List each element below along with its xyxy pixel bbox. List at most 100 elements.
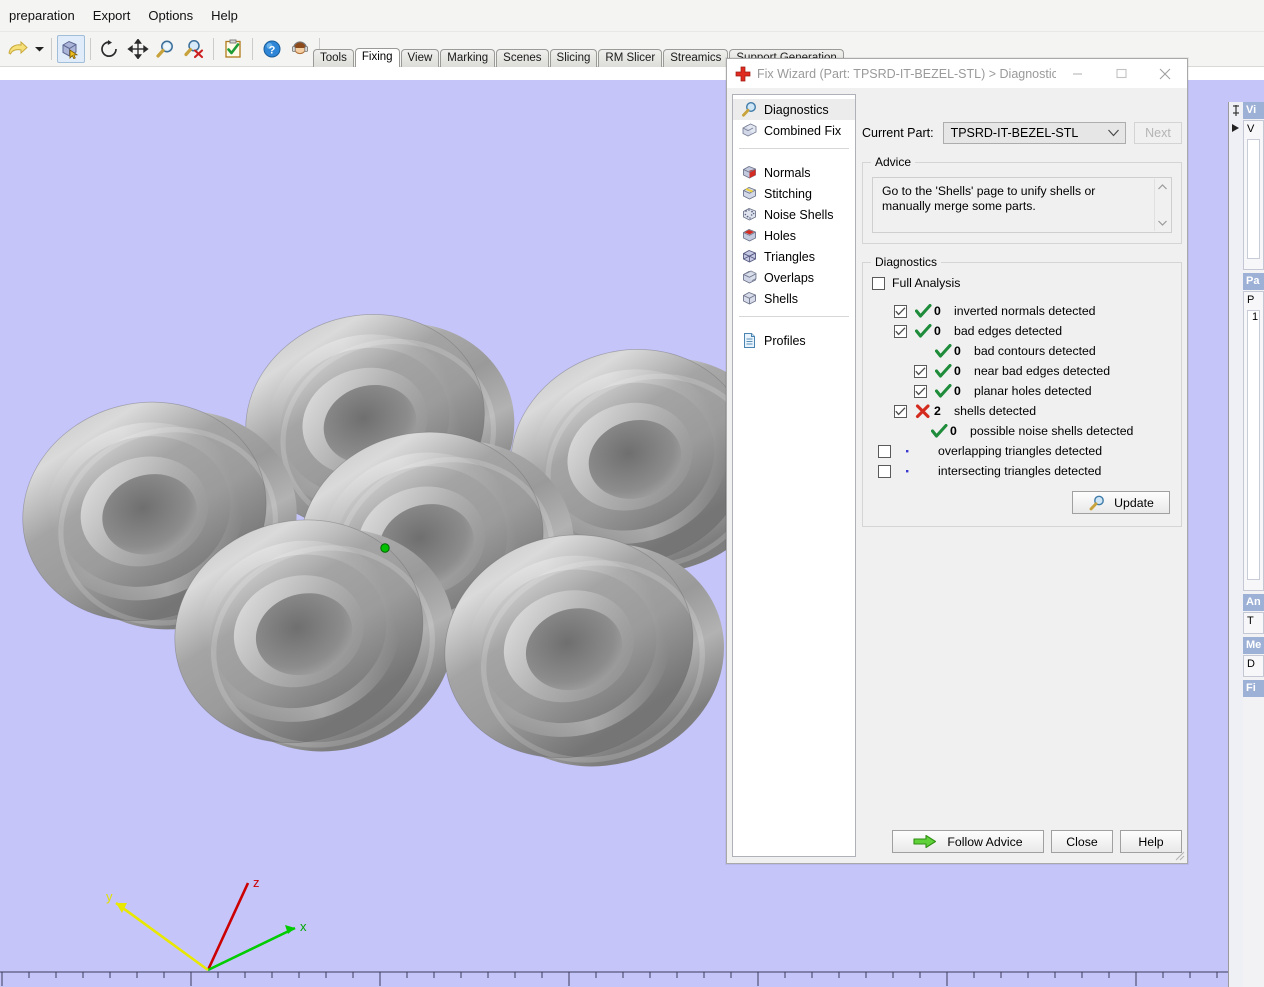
dock-panel-parts-caption[interactable]: Pa bbox=[1243, 273, 1264, 290]
dock-panel-annotations-caption[interactable]: An bbox=[1243, 594, 1264, 611]
dock-panel-fixing-caption[interactable]: Fi bbox=[1243, 680, 1264, 697]
support-icon[interactable] bbox=[286, 35, 314, 63]
sidebar-item-combined-fix-label: Combined Fix bbox=[764, 124, 841, 138]
tab-rm-slicer[interactable]: RM Slicer bbox=[598, 49, 662, 67]
help-icon[interactable]: ? bbox=[258, 35, 286, 63]
full-analysis-row[interactable]: Full Analysis bbox=[872, 273, 1172, 293]
row-shells[interactable]: 2 shells detected bbox=[872, 401, 1172, 421]
sidebar-item-combined-fix[interactable]: Combined Fix bbox=[733, 120, 855, 141]
tab-tools[interactable]: Tools bbox=[313, 49, 354, 67]
close-dialog-button[interactable]: Close bbox=[1051, 830, 1113, 853]
row-bad-edges-count: 0 bbox=[934, 324, 954, 338]
current-part-value: TPSRD-IT-BEZEL-STL bbox=[951, 126, 1079, 140]
sidebar-item-shells[interactable]: Shells bbox=[733, 288, 855, 309]
zoom-out-icon[interactable] bbox=[180, 35, 208, 63]
row-intersecting-triangles-label: intersecting triangles detected bbox=[938, 464, 1101, 478]
redo-dropdown-icon[interactable] bbox=[32, 35, 46, 63]
row-planar-holes-checkbox[interactable] bbox=[908, 385, 932, 398]
select-part-icon[interactable] bbox=[57, 35, 85, 63]
checklist-icon[interactable] bbox=[219, 35, 247, 63]
stacked-cubes-icon bbox=[741, 122, 758, 139]
dock-panel-view[interactable]: V bbox=[1243, 120, 1264, 270]
tab-scenes[interactable]: Scenes bbox=[496, 49, 548, 67]
pan-move-icon[interactable] bbox=[124, 35, 152, 63]
dock-panel-measure-caption[interactable]: Me bbox=[1243, 637, 1264, 654]
tab-marking[interactable]: Marking bbox=[440, 49, 495, 67]
row-near-bad-edges[interactable]: 0 near bad edges detected bbox=[872, 361, 1172, 381]
tab-streamics[interactable]: Streamics bbox=[663, 49, 728, 67]
advice-text-box[interactable]: Go to the 'Shells' page to unify shells … bbox=[872, 177, 1172, 233]
dock-panel-view-caption[interactable]: Vi bbox=[1243, 102, 1264, 119]
row-bad-contours-label: bad contours detected bbox=[974, 344, 1096, 358]
sidebar-item-stitching[interactable]: Stitching bbox=[733, 183, 855, 204]
row-bad-edges-checkbox[interactable] bbox=[888, 325, 912, 338]
row-overlapping-triangles-checkbox[interactable] bbox=[872, 445, 896, 458]
redo-arrow-icon[interactable] bbox=[4, 35, 32, 63]
row-inverted-normals-checkbox[interactable] bbox=[888, 305, 912, 318]
minimize-button[interactable] bbox=[1056, 59, 1100, 88]
row-inverted-normals[interactable]: 0 inverted normals detected bbox=[872, 301, 1172, 321]
dock-panel-measure-body: D bbox=[1247, 658, 1255, 670]
pin-icon[interactable] bbox=[1229, 102, 1243, 142]
row-near-bad-edges-checkbox[interactable] bbox=[908, 365, 932, 378]
row-possible-noise-shells-count: 0 bbox=[950, 424, 970, 438]
dock-panel-annotations[interactable]: T bbox=[1243, 612, 1264, 634]
row-overlapping-triangles-label: overlapping triangles detected bbox=[938, 444, 1102, 458]
menu-options[interactable]: Options bbox=[139, 6, 202, 25]
dialog-title-bar[interactable]: Fix Wizard (Part: TPSRD-IT-BEZEL-STL) > … bbox=[727, 59, 1187, 89]
row-bad-edges[interactable]: 0 bad edges detected bbox=[872, 321, 1172, 341]
row-inverted-normals-status bbox=[912, 304, 934, 319]
rotate-icon[interactable] bbox=[96, 35, 124, 63]
fix-wizard-dialog[interactable]: Fix Wizard (Part: TPSRD-IT-BEZEL-STL) > … bbox=[726, 58, 1188, 864]
advice-text: Go to the 'Shells' page to unify shells … bbox=[882, 184, 1095, 213]
sidebar-item-noise-shells[interactable]: Noise Shells bbox=[733, 204, 855, 225]
row-bad-contours: 0 bad contours detected bbox=[872, 341, 1172, 361]
sidebar-divider-1 bbox=[739, 148, 849, 149]
current-part-combo[interactable]: TPSRD-IT-BEZEL-STL bbox=[943, 122, 1126, 144]
dock-panel-parts[interactable]: P 1 bbox=[1243, 291, 1264, 591]
dock-handle-strip[interactable] bbox=[1229, 102, 1243, 987]
tab-fixing[interactable]: Fixing bbox=[355, 48, 400, 67]
maximize-button[interactable] bbox=[1099, 59, 1143, 88]
sidebar-item-triangles[interactable]: Triangles bbox=[733, 246, 855, 267]
sidebar-item-diagnostics[interactable]: Diagnostics bbox=[733, 99, 855, 120]
cube-overlap-icon bbox=[741, 269, 758, 286]
scroll-down-icon[interactable] bbox=[1155, 215, 1170, 231]
advice-legend: Advice bbox=[871, 155, 915, 169]
menu-help[interactable]: Help bbox=[202, 6, 247, 25]
close-button[interactable] bbox=[1143, 59, 1187, 88]
row-overlapping-triangles[interactable]: overlapping triangles detected bbox=[872, 441, 1172, 461]
sidebar-item-overlaps[interactable]: Overlaps bbox=[733, 267, 855, 288]
sidebar-item-holes[interactable]: Holes bbox=[733, 225, 855, 246]
row-shells-status bbox=[912, 404, 934, 419]
row-intersecting-triangles-checkbox[interactable] bbox=[872, 465, 896, 478]
sidebar-item-profiles[interactable]: Profiles bbox=[733, 330, 855, 351]
tab-slicing[interactable]: Slicing bbox=[550, 49, 598, 67]
zoom-in-icon[interactable] bbox=[152, 35, 180, 63]
magnifier-icon bbox=[1088, 495, 1106, 511]
sidebar-item-noise-shells-label: Noise Shells bbox=[764, 208, 833, 222]
row-shells-label: shells detected bbox=[954, 404, 1036, 418]
row-shells-checkbox[interactable] bbox=[888, 405, 912, 418]
menu-preparation[interactable]: preparation bbox=[0, 6, 84, 25]
row-intersecting-triangles[interactable]: intersecting triangles detected bbox=[872, 461, 1172, 481]
sidebar-item-normals-label: Normals bbox=[764, 166, 811, 180]
scroll-up-icon[interactable] bbox=[1155, 179, 1170, 195]
row-planar-holes[interactable]: 0 planar holes detected bbox=[872, 381, 1172, 401]
advice-scrollbar[interactable] bbox=[1154, 179, 1170, 231]
follow-advice-button[interactable]: Follow Advice bbox=[892, 830, 1044, 853]
tab-view[interactable]: View bbox=[401, 49, 440, 67]
sidebar-divider-2 bbox=[739, 316, 849, 317]
next-button[interactable]: Next bbox=[1134, 122, 1182, 144]
update-button[interactable]: Update bbox=[1072, 491, 1170, 514]
sidebar-item-normals[interactable]: Normals bbox=[733, 162, 855, 183]
row-bad-edges-status bbox=[912, 324, 934, 339]
menu-export[interactable]: Export bbox=[84, 6, 140, 25]
diagnostics-list: Full Analysis 0 inverted normals detec bbox=[863, 263, 1181, 526]
full-analysis-checkbox[interactable] bbox=[872, 277, 885, 290]
resize-grip-icon[interactable] bbox=[1173, 849, 1185, 861]
toolbar-separator bbox=[213, 38, 214, 60]
dock-panel-parts-content: 1 bbox=[1247, 310, 1260, 580]
dock-panel-measure[interactable]: D bbox=[1243, 655, 1264, 677]
row-shells-count: 2 bbox=[934, 404, 954, 418]
